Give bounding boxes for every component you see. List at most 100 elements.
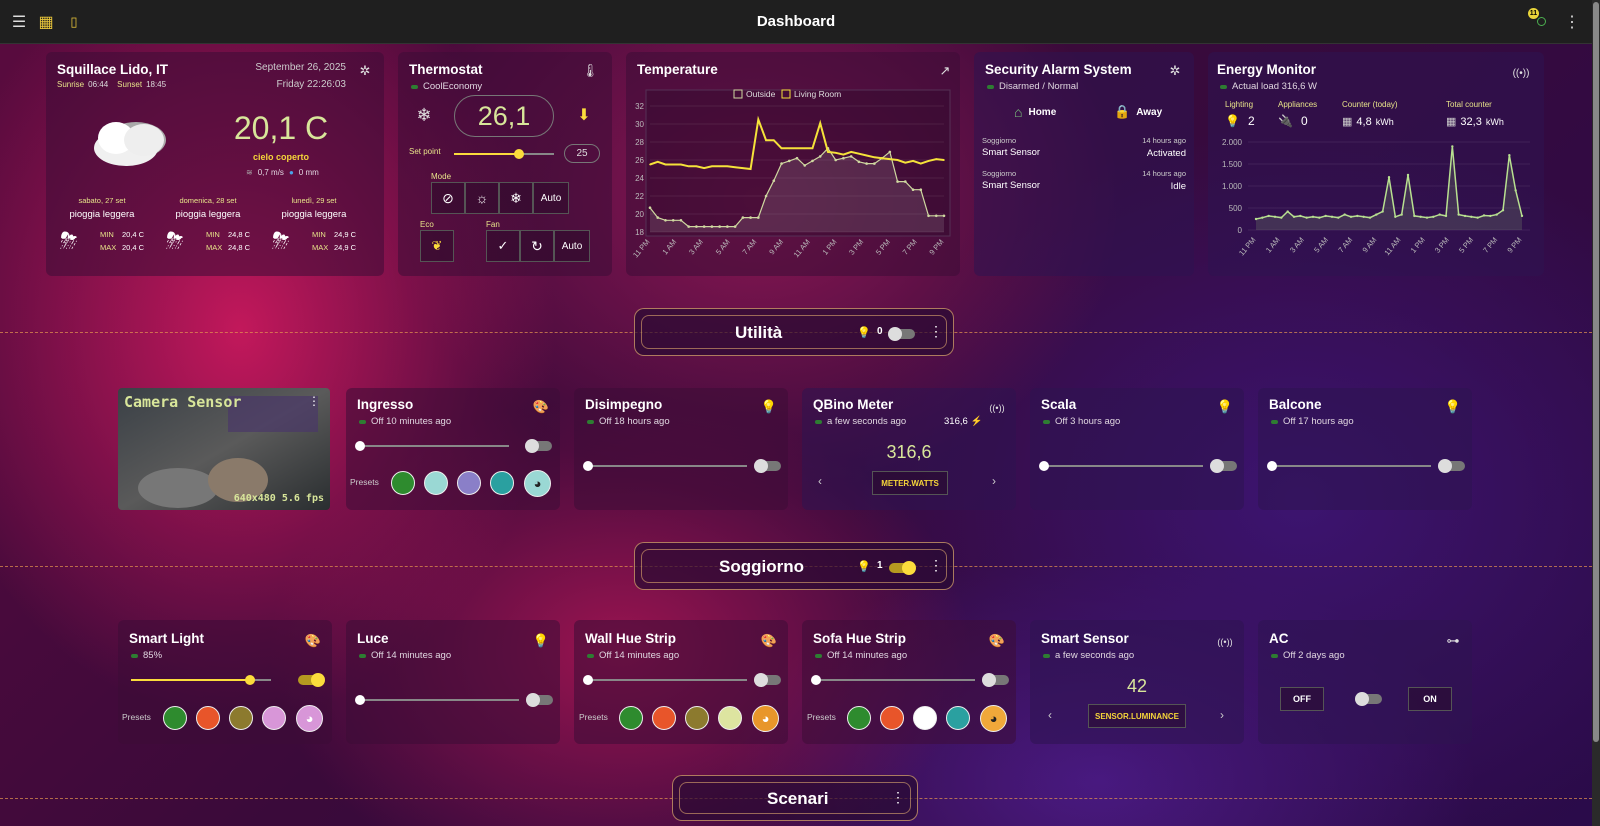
chart-line-icon[interactable]: ↗ xyxy=(936,62,954,80)
light-toggle[interactable] xyxy=(1210,459,1237,473)
ac-on-button[interactable]: ON xyxy=(1408,687,1452,711)
slider-knob[interactable] xyxy=(355,695,365,705)
more-menu-icon[interactable]: ⋮ xyxy=(1562,12,1582,32)
ac-off-button[interactable]: OFF xyxy=(1280,687,1324,711)
slider-knob[interactable] xyxy=(245,675,255,685)
home-button[interactable]: ⌂ Home xyxy=(1014,104,1056,120)
preset-color[interactable] xyxy=(490,471,514,495)
status-icon[interactable] xyxy=(1537,17,1546,26)
palette-icon[interactable]: 🎨 xyxy=(532,398,550,416)
setpoint-value[interactable]: 25 xyxy=(564,144,600,163)
light-card-scala[interactable]: Scala Off 3 hours ago 💡 xyxy=(1030,388,1244,510)
more-menu-icon[interactable]: ⋮ xyxy=(929,557,943,574)
light-card-wall-hue-strip[interactable]: Wall Hue Strip Off 14 minutes ago 🎨 Pres… xyxy=(574,620,788,744)
fan-auto-button[interactable]: Auto xyxy=(554,230,590,262)
broadcast-icon[interactable]: ((•)) xyxy=(988,399,1006,417)
broadcast-icon[interactable]: ((•)) xyxy=(1216,633,1234,651)
preset-color[interactable] xyxy=(718,706,742,730)
more-menu-icon[interactable]: ⋮ xyxy=(308,394,320,408)
mode-auto-button[interactable]: Auto xyxy=(533,182,569,214)
camera-card[interactable]: Camera Sensor ⋮ 640x480 5.6 fps xyxy=(118,388,330,510)
ac-toggle[interactable] xyxy=(1355,692,1382,706)
switch-card-ac[interactable]: AC Off 2 days ago ⊶ OFF ON xyxy=(1258,620,1472,744)
away-button[interactable]: 🔒 Away xyxy=(1114,104,1162,120)
preset-color[interactable] xyxy=(163,706,187,730)
light-card-luce[interactable]: Luce Off 14 minutes ago 💡 xyxy=(346,620,560,744)
light-card-smart-light[interactable]: Smart Light 85% 🎨 Presets ◕ xyxy=(118,620,332,744)
preset-color[interactable] xyxy=(847,706,871,730)
preset-color[interactable] xyxy=(880,706,904,730)
download-icon[interactable]: ⬇ xyxy=(575,106,593,124)
slider-knob[interactable] xyxy=(583,461,593,471)
mode-off-button[interactable]: ⊘ xyxy=(431,182,465,214)
bulb-icon[interactable]: 💡 xyxy=(760,398,778,416)
preset-color[interactable] xyxy=(262,706,286,730)
preset-color[interactable] xyxy=(619,706,643,730)
palette-preset-button[interactable]: ◕ xyxy=(980,705,1007,732)
sensor-card-smart-sensor[interactable]: Smart Sensor a few seconds ago ((•)) 42 … xyxy=(1030,620,1244,744)
scrollbar[interactable] xyxy=(1592,0,1600,826)
light-toggle[interactable] xyxy=(754,673,781,687)
palette-preset-button[interactable]: ◕ xyxy=(752,705,779,732)
palette-preset-button[interactable]: ◕ xyxy=(296,705,323,732)
preset-color[interactable] xyxy=(196,706,220,730)
light-toggle[interactable] xyxy=(298,673,325,687)
light-card-disimpegno[interactable]: Disimpegno Off 18 hours ago 💡 xyxy=(574,388,788,510)
preset-color[interactable] xyxy=(913,706,937,730)
setpoint-slider[interactable] xyxy=(454,149,554,159)
brightness-slider[interactable] xyxy=(583,675,747,685)
light-card-sofa-hue-strip[interactable]: Sofa Hue Strip Off 14 minutes ago 🎨 Pres… xyxy=(802,620,1016,744)
prev-arrow-icon[interactable]: ‹ xyxy=(818,474,822,488)
toggle-switch-icon[interactable]: ⊶ xyxy=(1444,632,1462,650)
slider-knob[interactable] xyxy=(1267,461,1277,471)
next-arrow-icon[interactable]: › xyxy=(1220,708,1224,722)
light-toggle[interactable] xyxy=(1438,459,1465,473)
preset-color[interactable] xyxy=(229,706,253,730)
light-card-ingresso[interactable]: Ingresso Off 10 minutes ago 🎨 Presets ◕ xyxy=(346,388,560,510)
entity-button[interactable]: METER.WATTS xyxy=(872,471,948,495)
setpoint-knob[interactable] xyxy=(514,149,524,159)
light-toggle[interactable] xyxy=(526,693,553,707)
fan-check-button[interactable]: ✓ xyxy=(486,230,520,262)
section-toggle[interactable] xyxy=(889,561,916,575)
brightness-slider[interactable] xyxy=(811,675,975,685)
bulb-icon[interactable]: 💡 xyxy=(1216,398,1234,416)
puzzle-icon[interactable]: ✲ xyxy=(1166,62,1184,80)
brightness-slider[interactable] xyxy=(355,695,519,705)
palette-preset-button[interactable]: ◕ xyxy=(524,470,551,497)
slider-knob[interactable] xyxy=(811,675,821,685)
preset-color[interactable] xyxy=(685,706,709,730)
light-toggle[interactable] xyxy=(754,459,781,473)
thermometer-icon[interactable]: 🌡 xyxy=(581,62,599,80)
preset-color[interactable] xyxy=(946,706,970,730)
bulb-icon[interactable]: 💡 xyxy=(1444,398,1462,416)
entity-button[interactable]: SENSOR.LUMINANCE xyxy=(1088,704,1186,728)
palette-icon[interactable]: 🎨 xyxy=(988,632,1006,650)
broadcast-icon[interactable]: ((•)) xyxy=(1512,64,1530,82)
puzzle-icon[interactable]: ✲ xyxy=(356,62,374,80)
meter-card-qbino[interactable]: QBino Meter a few seconds ago 316,6 ⚡ ((•… xyxy=(802,388,1016,510)
bulb-icon[interactable]: 💡 xyxy=(532,632,550,650)
more-menu-icon[interactable]: ⋮ xyxy=(929,323,943,340)
light-toggle[interactable] xyxy=(982,673,1009,687)
light-card-balcone[interactable]: Balcone Off 17 hours ago 💡 xyxy=(1258,388,1472,510)
eco-leaf-button[interactable]: ❦ xyxy=(420,230,454,262)
brightness-slider[interactable] xyxy=(131,675,271,685)
brightness-slider[interactable] xyxy=(583,461,747,471)
more-menu-icon[interactable]: ⋮ xyxy=(891,789,905,806)
brightness-slider[interactable] xyxy=(1039,461,1203,471)
prev-arrow-icon[interactable]: ‹ xyxy=(1048,708,1052,722)
section-toggle[interactable] xyxy=(888,327,915,341)
brightness-slider[interactable] xyxy=(355,441,509,451)
light-toggle[interactable] xyxy=(525,439,552,453)
palette-icon[interactable]: 🎨 xyxy=(304,632,322,650)
mode-heat-button[interactable]: ☼ xyxy=(465,182,499,214)
next-arrow-icon[interactable]: › xyxy=(992,474,996,488)
preset-color[interactable] xyxy=(391,471,415,495)
slider-knob[interactable] xyxy=(355,441,365,451)
fan-cycle-button[interactable]: ↻ xyxy=(520,230,554,262)
brightness-slider[interactable] xyxy=(1267,461,1431,471)
palette-icon[interactable]: 🎨 xyxy=(760,632,778,650)
preset-color[interactable] xyxy=(652,706,676,730)
scrollbar-thumb[interactable] xyxy=(1593,2,1599,742)
